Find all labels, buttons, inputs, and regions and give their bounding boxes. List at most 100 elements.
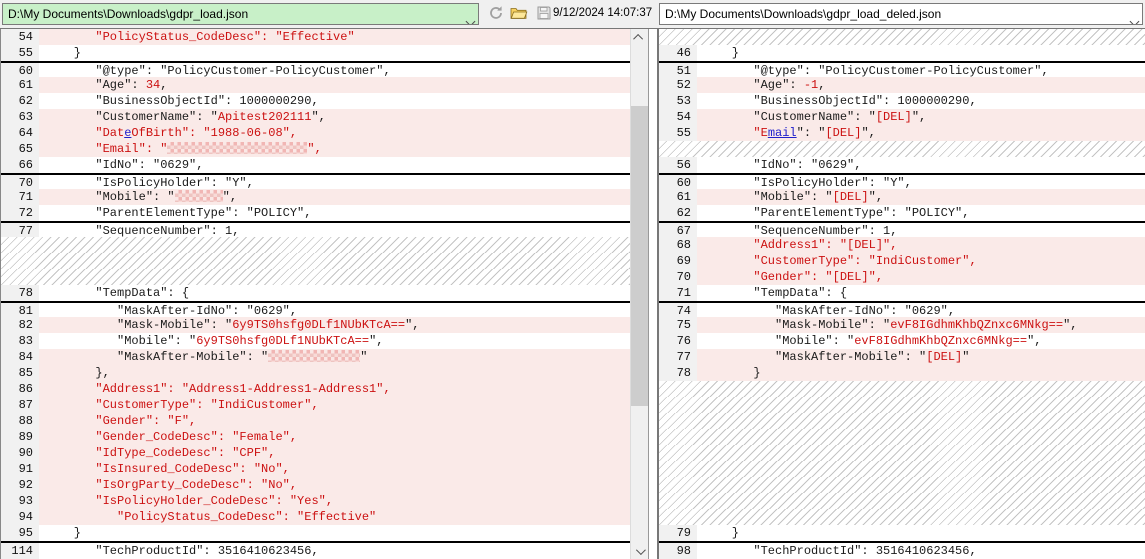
line-number: 53 — [659, 93, 697, 109]
diff-row: 79 } — [659, 525, 1145, 541]
code-segment: "TechProductId": 3516410623456, — [45, 544, 319, 557]
diff-row: 56 "IdNo": "0629", — [659, 157, 1145, 173]
code-text: "Mobile": " ", — [39, 189, 630, 205]
code-text: "Gender": "F", — [39, 413, 630, 429]
diff-row: 88 "Gender": "F", — [1, 413, 630, 429]
diff-row: 78 "TempData": { — [1, 285, 630, 301]
diff-row — [659, 477, 1145, 493]
scrollbar-thumb[interactable] — [631, 106, 648, 406]
redo-arrow-icon — [488, 6, 504, 24]
diff-row: 75 "Mask-Mobile": "evF8IGdhmKhbQZnxc6MNk… — [659, 317, 1145, 333]
code-segment: 34 — [145, 78, 161, 92]
code-segment: "MaskAfter-IdNo": "0629", — [45, 304, 298, 317]
diff-row: 90 "IdType_CodeDesc": "CPF", — [1, 445, 630, 461]
code-segment: "MaskAfter-IdNo": "0629", — [703, 304, 956, 317]
code-text: "IsOrgParty_CodeDesc": "No", — [39, 477, 630, 493]
code-text: "SequenceNumber": 1, — [697, 223, 1145, 237]
code-segment: "TechProductId": 3516410623456, — [703, 544, 977, 557]
code-line: 55 "Email": "[DEL]", — [659, 125, 1145, 141]
skipped-lines-hatch — [1, 253, 630, 269]
code-segment: "Address1": "Address1-Address1-Address1"… — [45, 382, 391, 396]
diff-row: 54 "CustomerName": "[DEL]", — [659, 109, 1145, 125]
code-segment: , — [818, 78, 826, 92]
code-segment: ", — [868, 190, 884, 204]
code-segment: "PolicyStatus_CodeDesc": "Effective" — [45, 510, 377, 524]
skipped-lines-hatch — [659, 461, 1145, 477]
diff-row: 55 "Email": "[DEL]", — [659, 125, 1145, 141]
right-file-path-combobox[interactable]: D:\My Documents\Downloads\gdpr_load_dele… — [659, 3, 1143, 25]
code-line: 71 "TempData": { — [659, 285, 1145, 301]
line-number: 83 — [1, 333, 39, 349]
code-text: "IsPolicyHolder_CodeDesc": "Yes", — [39, 493, 630, 509]
code-text: "Gender_CodeDesc": "Female", — [39, 429, 630, 445]
code-line: 55 } — [1, 45, 630, 61]
code-text: "IdNo": "0629", — [39, 157, 630, 173]
diff-row: 60 "@type": "PolicyCustomer-PolicyCustom… — [1, 61, 630, 78]
line-number: 92 — [1, 477, 39, 493]
diff-row: 92 "IsOrgParty_CodeDesc": "No", — [1, 477, 630, 493]
vertical-scrollbar[interactable] — [630, 29, 648, 559]
skipped-lines-hatch — [659, 477, 1145, 493]
code-line: 92 "IsOrgParty_CodeDesc": "No", — [1, 477, 630, 493]
line-number: 114 — [1, 543, 39, 558]
code-line: 90 "IdType_CodeDesc": "CPF", — [1, 445, 630, 461]
browse-file-button[interactable] — [510, 5, 528, 23]
code-segment: }, — [45, 366, 110, 380]
line-number: 64 — [1, 125, 39, 141]
code-segment: "Mask-Mobile": " — [45, 318, 233, 332]
diff-panes: 54 "PolicyStatus_CodeDesc": "Effective" 5… — [0, 28, 1145, 559]
code-line: 53 "BusinessObjectId": 1000000290, — [659, 93, 1145, 109]
diff-row: 94 "PolicyStatus_CodeDesc": "Effective" — [1, 509, 630, 525]
line-number: 86 — [1, 381, 39, 397]
code-segment: "@type": "PolicyCustomer-PolicyCustomer"… — [45, 64, 391, 77]
code-line: 76 "Mobile": "evF8IGdhmKhbQZnxc6MNkg==", — [659, 333, 1145, 349]
code-segment: "ParentElementType": "POLICY", — [45, 206, 312, 220]
scroll-down-button[interactable] — [631, 543, 648, 559]
redacted-text — [174, 190, 223, 202]
left-file-path-combobox[interactable]: D:\My Documents\Downloads\gdpr_load.json — [2, 3, 479, 25]
code-text: "ParentElementType": "POLICY", — [39, 205, 630, 221]
code-line: 77 "SequenceNumber": 1, — [1, 223, 630, 238]
code-text: "TempData": { — [697, 285, 1145, 301]
scroll-up-button[interactable] — [631, 29, 648, 46]
code-line: 63 "CustomerName": "Apitest202111", — [1, 109, 630, 125]
code-segment: "Age": — [45, 78, 146, 92]
chevron-down-icon[interactable] — [1129, 11, 1140, 24]
code-segment: ", — [369, 334, 384, 348]
diff-row: 81 "MaskAfter-IdNo": "0629", — [1, 301, 630, 318]
pane-splitter[interactable] — [649, 29, 657, 559]
code-line: 61 "Mobile": "[DEL]", — [659, 189, 1145, 205]
code-segment: "Email": " — [45, 142, 168, 156]
line-number: 87 — [1, 397, 39, 413]
diff-row: 76 "Mobile": "evF8IGdhmKhbQZnxc6MNkg==", — [659, 333, 1145, 349]
code-text: "IsPolicyHolder": "Y", — [39, 175, 630, 189]
chevron-down-icon — [635, 545, 646, 556]
diff-row: 95 } — [1, 525, 630, 541]
refresh-button[interactable] — [487, 5, 505, 23]
line-number: 91 — [1, 461, 39, 477]
floppy-disk-icon — [536, 6, 552, 24]
code-segment: 6y9TS0hsfg0DLf1NUbKTcA== — [232, 318, 406, 332]
code-text: "Age": 34, — [39, 77, 630, 93]
diff-row: 72 "ParentElementType": "POLICY", — [1, 205, 630, 221]
line-number: 98 — [659, 543, 697, 558]
diff-row — [659, 381, 1145, 397]
code-text: "Email": " ", — [39, 141, 630, 157]
line-number: 74 — [659, 303, 697, 318]
chevron-down-icon[interactable] — [465, 11, 476, 24]
line-number: 90 — [1, 445, 39, 461]
line-number: 71 — [659, 285, 697, 301]
code-text: "@type": "PolicyCustomer-PolicyCustomer"… — [697, 63, 1145, 77]
code-text: "Email": "[DEL]", — [697, 125, 1145, 141]
redacted-text — [268, 350, 361, 362]
code-segment: "MaskAfter-Mobile": " — [45, 350, 269, 364]
line-number: 77 — [659, 349, 697, 365]
save-button[interactable] — [535, 5, 553, 23]
code-text: } — [697, 45, 1145, 61]
code-text: "DateOfBirth": "1988-06-08", — [39, 125, 630, 141]
skipped-lines-hatch — [659, 141, 1145, 158]
code-segment: , — [160, 78, 168, 92]
line-number: 55 — [659, 125, 697, 141]
diff-row — [1, 237, 630, 253]
code-segment: ", — [1027, 334, 1042, 348]
